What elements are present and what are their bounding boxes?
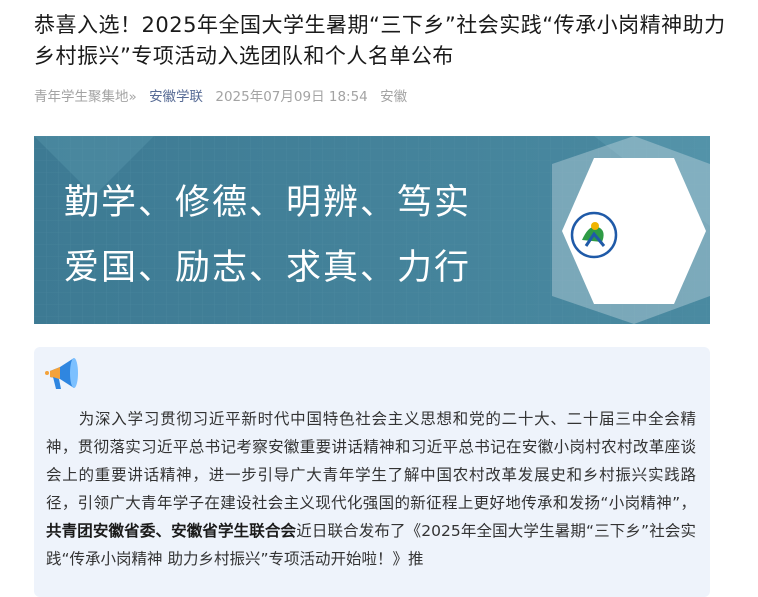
source-label[interactable]: 青年学生聚集地» <box>34 89 137 105</box>
publish-location: 安徽 <box>380 89 408 105</box>
intro-text-before: 为深入学习贯彻习近平新时代中国特色社会主义思想和党的二十大、二十届三中全会精神，… <box>46 410 696 512</box>
publish-datetime: 2025年07月09日 18:54 <box>215 89 368 105</box>
article-title: 恭喜入选！2025年全国大学生暑期“三下乡”社会实践“传承小岗精神助力乡村振兴”… <box>34 13 726 68</box>
intro-box: 为深入学习贯彻习近平新时代中国特色社会主义思想和党的二十大、二十届三中全会精神，… <box>34 347 710 597</box>
banner-slogan-line-1: 勤学、修德、明辨、笃实 <box>64 183 472 223</box>
banner-image: 勤学、修德、明辨、笃实 爱国、励志、求真、力行 <box>34 136 710 324</box>
banner-slogan-line-2: 爱国、励志、求真、力行 <box>64 248 472 288</box>
article-meta: 青年学生聚集地» 安徽学联 2025年07月09日 18:54 安徽 <box>34 85 415 105</box>
account-link[interactable]: 安徽学联 <box>149 89 203 105</box>
organizer-name: 共青团安徽省委、安徽省学生联合会 <box>46 522 297 540</box>
banner-background <box>34 136 710 324</box>
megaphone-icon <box>45 358 78 389</box>
intro-paragraph: 为深入学习贯彻习近平新时代中国特色社会主义思想和党的二十大、二十届三中全会精神，… <box>46 405 696 573</box>
